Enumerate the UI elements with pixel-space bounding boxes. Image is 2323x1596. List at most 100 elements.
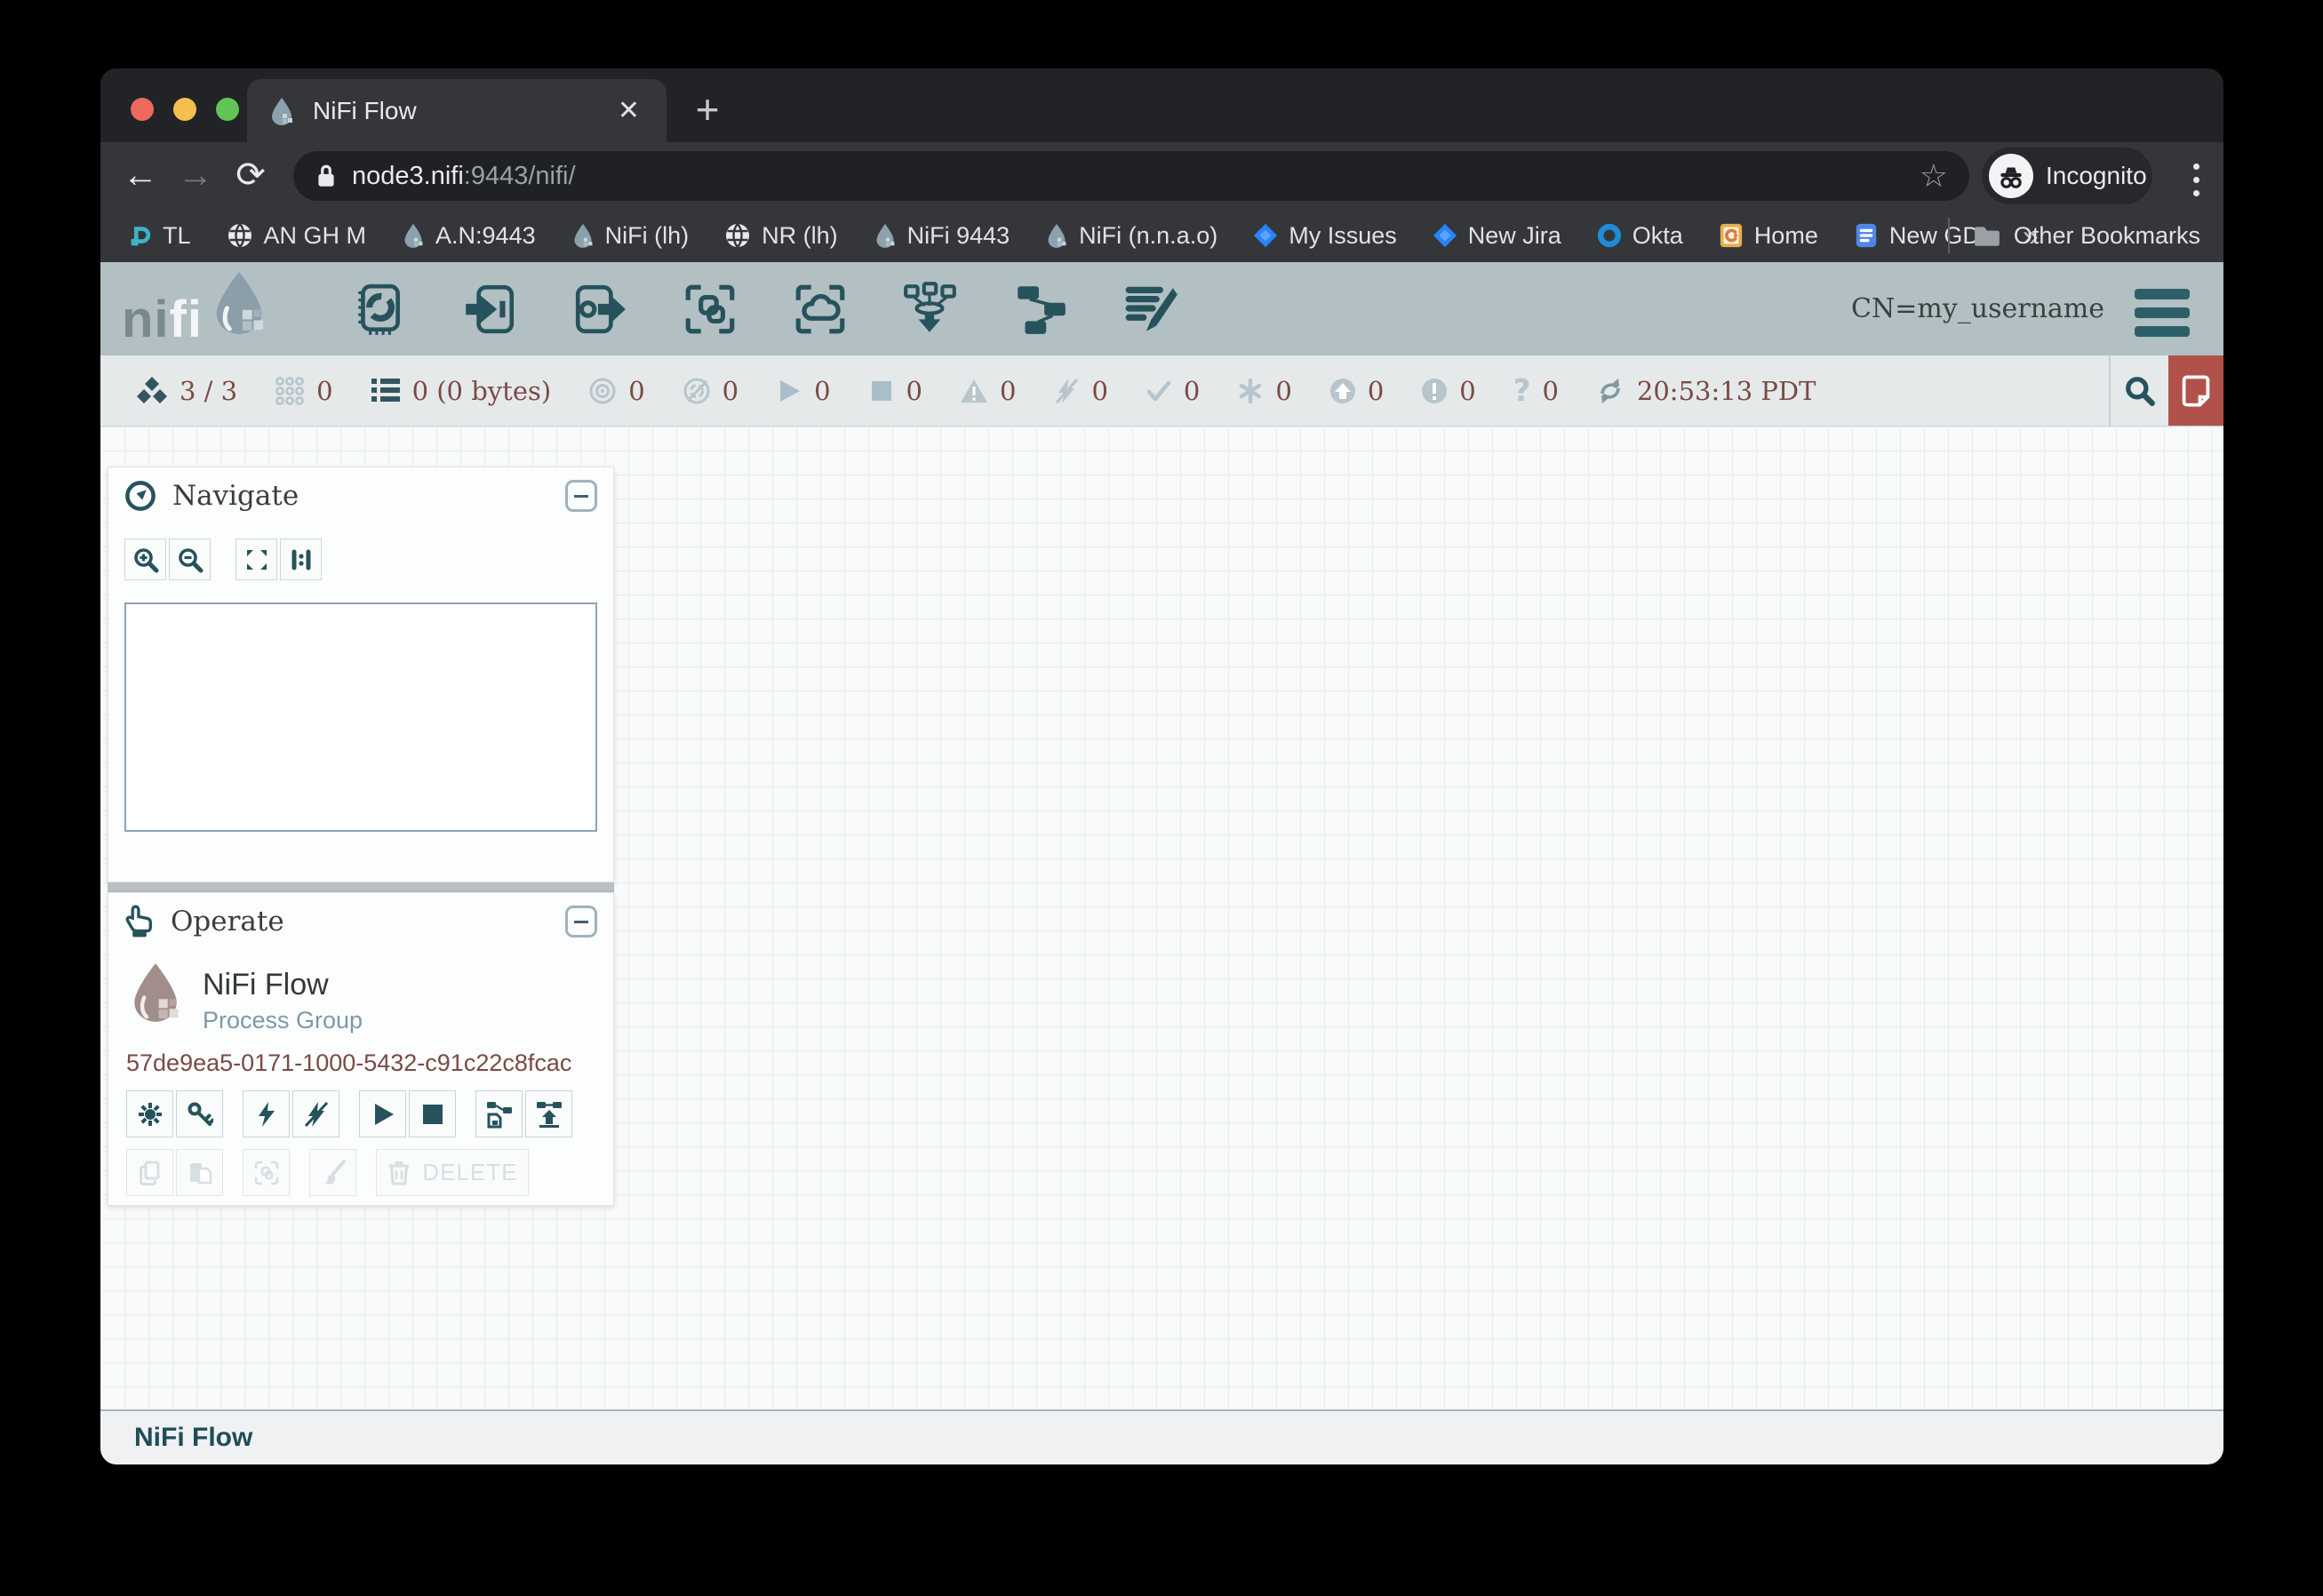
zoom-out-button[interactable]: [169, 539, 211, 580]
bookmark-item[interactable]: NiFi (n.n.a.o): [1045, 222, 1217, 250]
enable-button[interactable]: [243, 1090, 290, 1137]
flow-canvas[interactable]: Navigate: [100, 427, 2223, 1409]
gear-icon: [137, 1101, 164, 1128]
disable-button[interactable]: [292, 1090, 339, 1137]
copy-button[interactable]: [126, 1149, 173, 1196]
globe-icon: [227, 222, 253, 249]
actual-size-icon: [288, 547, 315, 573]
configure-button[interactable]: [126, 1090, 173, 1137]
breadcrumb-root[interactable]: NiFi Flow: [134, 1423, 252, 1453]
url-host: node3.nifi: [352, 162, 464, 191]
bolt-slash-icon: [303, 1101, 330, 1128]
stopped-icon: [868, 378, 895, 404]
bookmarks-bar: TL AN GH M A.N:9443 NiFi (lh) NR (lh) Ni…: [100, 209, 2223, 262]
output-port-component-icon[interactable]: [571, 280, 629, 339]
window-controls[interactable]: [131, 98, 239, 121]
bookmark-item[interactable]: NiFi (lh): [571, 222, 690, 250]
new-tab-button[interactable]: +: [683, 84, 732, 134]
stat-not-transmitting: 0: [683, 376, 738, 406]
zoom-actual-size-button[interactable]: [280, 539, 322, 580]
browser-menu-icon[interactable]: [2178, 156, 2214, 196]
panel-divider: [108, 882, 614, 892]
operate-panel-title: Operate: [171, 906, 565, 938]
lock-icon: [315, 163, 338, 189]
process-group-component-icon[interactable]: [681, 280, 739, 339]
close-window-button[interactable]: [131, 98, 154, 121]
stat-sync-failure: ? 0: [1513, 376, 1559, 406]
tab-close-icon[interactable]: ✕: [618, 95, 640, 126]
back-icon[interactable]: ←: [113, 142, 168, 209]
compass-icon: [124, 480, 156, 512]
other-bookmarks[interactable]: Other Bookmarks: [1948, 218, 2200, 253]
zoom-window-button[interactable]: [216, 98, 239, 121]
upload-template-button[interactable]: [525, 1090, 572, 1137]
input-port-component-icon[interactable]: [460, 280, 519, 339]
tab-title: NiFi Flow: [313, 97, 618, 125]
birdseye-minimap[interactable]: [124, 602, 597, 832]
label-component-icon[interactable]: [1122, 280, 1180, 339]
access-policies-button[interactable]: [176, 1090, 223, 1137]
bulletin-board-button[interactable]: [2168, 355, 2223, 426]
funnel-component-icon[interactable]: [901, 280, 960, 339]
zoom-fit-button[interactable]: [235, 539, 277, 580]
tplink-icon: [127, 222, 152, 249]
paint-brush-icon: [320, 1160, 347, 1186]
navigate-panel: Navigate: [108, 467, 614, 882]
nifi-logo: nifi: [122, 269, 268, 349]
bookmark-item[interactable]: Okta: [1597, 222, 1683, 250]
bookmark-item[interactable]: NR (lh): [724, 222, 838, 250]
bookmark-item[interactable]: Home: [1719, 222, 1818, 250]
group-button[interactable]: [243, 1149, 290, 1196]
zoom-in-button[interactable]: [124, 539, 166, 580]
start-button[interactable]: [359, 1090, 406, 1137]
not-transmitting-icon: [683, 377, 711, 405]
process-group-drop-icon: [128, 961, 183, 1025]
paste-button[interactable]: [176, 1149, 223, 1196]
bookmark-item[interactable]: A.N:9443: [402, 222, 536, 250]
save-template-button[interactable]: [475, 1090, 523, 1137]
refresh-icon[interactable]: [1596, 377, 1625, 405]
stat-cluster: 3 / 3: [136, 376, 237, 406]
save-flow-icon: [485, 1100, 514, 1129]
template-component-icon[interactable]: [1011, 280, 1070, 339]
nifi-header: nifi: [100, 262, 2223, 355]
minimize-window-button[interactable]: [173, 98, 196, 121]
bookmark-item[interactable]: NiFi 9443: [874, 222, 1010, 250]
globe-icon: [724, 222, 751, 249]
selection-type: Process Group: [203, 1007, 363, 1034]
forward-icon[interactable]: →: [168, 142, 223, 209]
bookmark-item[interactable]: New Jira: [1433, 222, 1561, 250]
running-icon: [776, 378, 802, 404]
incognito-badge: Incognito: [1982, 148, 2152, 204]
url-bar[interactable]: node3.nifi:9443/nifi/ ☆: [293, 151, 1969, 201]
bookmark-item[interactable]: TL: [127, 222, 191, 250]
stat-locally-modified: 0: [1237, 376, 1291, 406]
processor-component-icon[interactable]: [350, 280, 409, 339]
reload-icon[interactable]: ⟳: [223, 142, 278, 209]
upload-flow-icon: [535, 1100, 563, 1129]
refresh-timestamp: 20:53:13 PDT: [1637, 376, 1816, 406]
url-path: :9443/nifi/: [464, 162, 576, 191]
collapse-operate-button[interactable]: [565, 906, 597, 938]
stop-button[interactable]: [409, 1090, 456, 1137]
browser-tab[interactable]: NiFi Flow ✕: [247, 79, 667, 142]
bookmark-item[interactable]: AN GH M: [227, 222, 367, 250]
home-c-icon: [1719, 222, 1744, 249]
delete-button[interactable]: DELETE: [376, 1149, 529, 1196]
remote-process-group-component-icon[interactable]: [791, 280, 850, 339]
global-menu-icon[interactable]: [2135, 289, 2190, 337]
color-button[interactable]: [309, 1149, 356, 1196]
bookmark-star-icon[interactable]: ☆: [1920, 157, 1948, 195]
search-icon: [2124, 375, 2156, 407]
collapse-navigate-button[interactable]: [565, 480, 597, 512]
gdocs-icon: [1854, 222, 1879, 249]
search-button[interactable]: [2111, 355, 2168, 426]
stat-stopped: 0: [868, 376, 922, 406]
stat-queued: 0 (0 bytes): [371, 376, 552, 406]
paste-icon: [187, 1160, 213, 1186]
bookmark-item[interactable]: My Issues: [1253, 222, 1397, 250]
nifi-drop-icon: [1045, 222, 1068, 249]
threads-icon: [275, 376, 305, 406]
question-icon: ?: [1513, 376, 1531, 406]
cluster-icon: [136, 376, 168, 406]
